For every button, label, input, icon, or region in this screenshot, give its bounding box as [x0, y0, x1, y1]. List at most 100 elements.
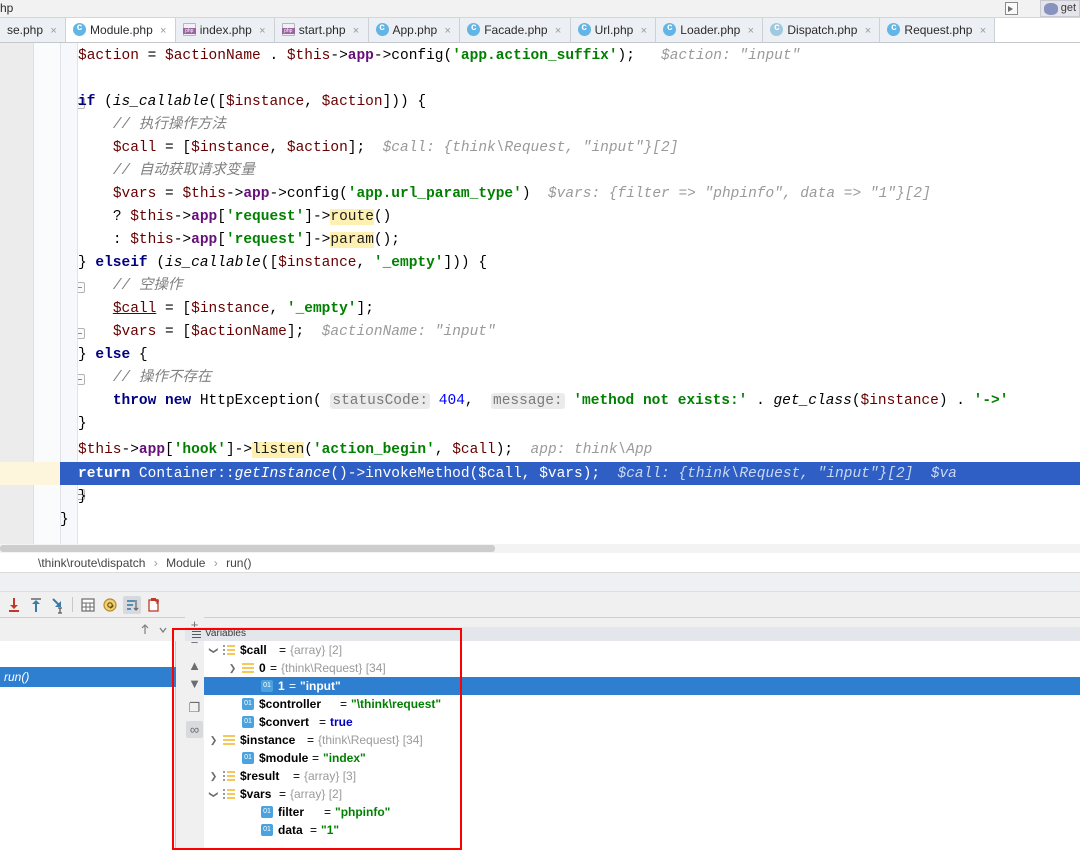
code-line: : $this->app['request']->param(); — [78, 229, 400, 252]
variables-side-toolbar[interactable]: +−▲▼❐∞ — [185, 613, 204, 850]
drag-handle-icon[interactable] — [192, 631, 201, 638]
variable-row[interactable]: ❯0={think\Request} [34] — [204, 659, 1080, 677]
settings-icon[interactable] — [145, 596, 163, 614]
chevron-down-icon[interactable]: ❯ — [208, 789, 219, 800]
php-file-chip[interactable]: get — [1040, 0, 1080, 17]
editor-tab-index-php[interactable]: index.php× — [176, 18, 275, 43]
array-icon — [223, 644, 235, 656]
variable-row[interactable]: 01$module="index" — [204, 749, 1080, 767]
variables-tree[interactable]: ❯$call={array} [2]❯0={think\Request} [34… — [204, 641, 1080, 850]
move-down-icon[interactable]: ▼ — [186, 675, 203, 692]
run-to-cursor-icon[interactable] — [49, 596, 67, 614]
code-line: } — [78, 413, 87, 436]
frames-pane[interactable]: run() — [0, 619, 176, 850]
php-class-icon — [73, 23, 86, 36]
string-icon: 01 — [261, 824, 273, 836]
chevron-right-icon[interactable]: ❯ — [208, 771, 219, 782]
arrow-down-icon[interactable] — [158, 624, 168, 635]
run-configuration-icon[interactable] — [1005, 2, 1018, 15]
close-icon[interactable]: × — [862, 19, 873, 43]
close-icon[interactable]: × — [442, 19, 453, 43]
editor-tab-label: se.php — [7, 18, 43, 43]
inspect-icon[interactable]: ∞ — [186, 721, 203, 738]
code-line: $this->app['hook']->listen('action_begin… — [78, 439, 652, 462]
editor-tab-loader-php[interactable]: Loader.php× — [656, 18, 763, 43]
add-watch-icon[interactable] — [101, 596, 119, 614]
editor-tab-app-php[interactable]: App.php× — [369, 18, 461, 43]
variable-equals: = — [319, 713, 326, 731]
editor-tab-start-php[interactable]: start.php× — [275, 18, 369, 43]
breadcrumb[interactable]: \think\route\dispatch › Module › run() — [0, 553, 1080, 573]
editor-tab-request-php[interactable]: Request.php× — [880, 18, 995, 43]
breadcrumb-separator-icon: › — [149, 556, 163, 570]
variable-row[interactable]: ❯$result={array} [3] — [204, 767, 1080, 785]
php-class-icon — [467, 23, 480, 36]
step-into-icon[interactable] — [5, 596, 23, 614]
code-line-executing: return Container::getInstance()->invokeM… — [78, 463, 957, 486]
code-line: } — [78, 486, 87, 509]
code-editor[interactable]: $action = $actionName . $this->app->conf… — [0, 43, 1080, 553]
variable-equals: = — [279, 785, 286, 803]
variable-value: "index" — [323, 749, 366, 767]
variable-equals: = — [279, 641, 286, 659]
evaluate-expression-icon[interactable] — [79, 596, 97, 614]
breadcrumb-class[interactable]: Module — [166, 556, 205, 570]
frame-row-selected[interactable]: run() — [0, 667, 176, 687]
variable-row[interactable]: 01data="1" — [204, 821, 1080, 839]
variable-equals: = — [293, 767, 300, 785]
variable-row[interactable]: 01filter="phpinfo" — [204, 803, 1080, 821]
close-icon[interactable]: × — [745, 19, 756, 43]
variable-value: {array} [3] — [304, 767, 356, 785]
code-line: } elseif (is_callable([$instance, '_empt… — [78, 252, 487, 275]
close-icon[interactable]: × — [553, 19, 564, 43]
editor-tab-label: Request.php — [904, 18, 972, 43]
variable-name: 1 — [278, 677, 285, 695]
variable-row[interactable]: ❯$instance={think\Request} [34] — [204, 731, 1080, 749]
variable-row[interactable]: ❯$vars={array} [2] — [204, 785, 1080, 803]
variable-value: {think\Request} [34] — [318, 731, 423, 749]
editor-tab-se-php[interactable]: se.php× — [0, 18, 66, 43]
editor-tab-bar[interactable]: se.php×Module.php×index.php×start.php×Ap… — [0, 18, 1080, 43]
debugger-toolbar[interactable] — [0, 592, 1080, 618]
close-icon[interactable]: × — [257, 19, 268, 43]
breadcrumb-namespace[interactable]: \think\route\dispatch — [38, 556, 145, 570]
chevron-right-icon[interactable]: ❯ — [208, 735, 219, 746]
close-icon[interactable]: × — [351, 19, 362, 43]
editor-tab-label: Dispatch.php — [787, 18, 857, 43]
code-text[interactable]: $action = $actionName . $this->app->conf… — [78, 43, 1080, 553]
editor-tab-label: Url.php — [595, 18, 634, 43]
variable-row[interactable]: 011="input" — [204, 677, 1080, 695]
editor-tab-facade-php[interactable]: Facade.php× — [460, 18, 570, 43]
php-class-icon — [663, 23, 676, 36]
editor-tab-url-php[interactable]: Url.php× — [571, 18, 657, 43]
string-icon: 01 — [242, 698, 254, 710]
variable-name: $convert — [259, 713, 309, 731]
variable-name: $module — [259, 749, 308, 767]
copy-value-icon[interactable]: ❐ — [186, 699, 203, 716]
breadcrumb-method[interactable]: run() — [226, 556, 251, 570]
close-icon[interactable]: × — [48, 19, 59, 43]
chevron-down-icon[interactable]: ❯ — [208, 645, 219, 656]
close-icon[interactable]: × — [638, 19, 649, 43]
variable-row[interactable]: ❯$call={array} [2] — [204, 641, 1080, 659]
close-icon[interactable]: × — [977, 19, 988, 43]
variable-value: {array} [2] — [290, 785, 342, 803]
chevron-right-icon[interactable]: ❯ — [227, 663, 238, 674]
step-out-icon[interactable] — [27, 596, 45, 614]
editor-horizontal-scrollbar[interactable] — [0, 544, 1080, 553]
scrollbar-thumb[interactable] — [0, 545, 495, 552]
editor-tab-label: Facade.php — [484, 18, 547, 43]
variable-equals: = — [307, 731, 314, 749]
close-icon[interactable]: × — [158, 19, 169, 43]
move-up-icon[interactable]: ▲ — [186, 657, 203, 674]
code-line: $call = [$instance, '_empty']; — [78, 298, 374, 321]
editor-tab-module-php[interactable]: Module.php× — [66, 18, 176, 43]
arrow-up-icon[interactable] — [140, 624, 150, 635]
sort-variables-icon[interactable] — [123, 596, 141, 614]
variable-row[interactable]: 01$controller="\think\request" — [204, 695, 1080, 713]
editor-tab-label: App.php — [393, 18, 438, 43]
editor-tab-label: Loader.php — [680, 18, 740, 43]
editor-tab-dispatch-php[interactable]: Dispatch.php× — [763, 18, 880, 43]
variable-value: true — [330, 713, 353, 731]
variable-row[interactable]: 01$convert=true — [204, 713, 1080, 731]
